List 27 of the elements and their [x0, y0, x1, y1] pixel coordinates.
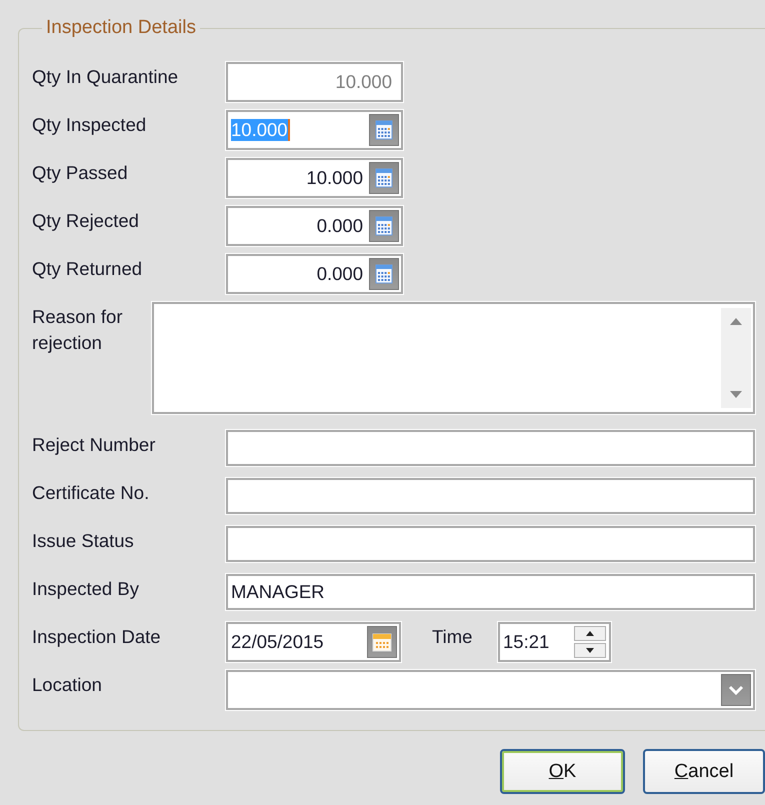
ok-button[interactable]: OK	[500, 749, 625, 794]
field-value: 10.000	[335, 71, 392, 93]
field-value: 0.000	[316, 215, 363, 237]
field-label: Qty Passed	[32, 161, 129, 185]
field-label: Reject Number	[32, 433, 156, 457]
field-label: Qty Returned	[32, 257, 144, 281]
quantity-field[interactable]: 0.000	[226, 254, 403, 294]
field-label: Location	[32, 673, 103, 697]
field-label: Inspection Date	[32, 625, 162, 649]
field-label: Reason for rejection	[32, 305, 124, 355]
field-label: Certificate No.	[32, 481, 150, 505]
quantity-field[interactable]: 10.000	[226, 158, 403, 198]
field-label: Qty Inspected	[32, 113, 148, 137]
quantity-field[interactable]: 0.000	[226, 206, 403, 246]
field-label: Inspected By	[32, 577, 140, 601]
text-field[interactable]: MANAGER	[226, 574, 755, 610]
field-value: 0.000	[316, 263, 363, 285]
field-label: Qty In Quarantine	[32, 65, 180, 89]
field-value: 10.000	[306, 167, 363, 189]
field-label: Time	[432, 625, 474, 649]
field-label: Issue Status	[32, 529, 135, 553]
group-title: Inspection Details	[45, 17, 197, 39]
date-field[interactable]: 22/05/2015	[226, 622, 401, 662]
field-label: Qty Rejected	[32, 209, 140, 233]
time-field[interactable]: 15:21	[498, 622, 611, 662]
field-value: 10.000	[231, 119, 290, 141]
cancel-button[interactable]: Cancel	[643, 749, 765, 794]
